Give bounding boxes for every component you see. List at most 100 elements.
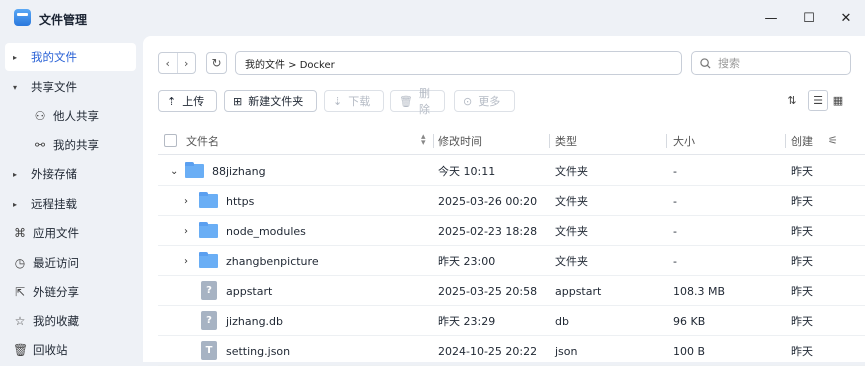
sidebar-item-label: 我的文件 <box>31 50 77 64</box>
back-button[interactable]: ‹ <box>159 53 178 73</box>
table-row[interactable]: ? appstart 2025-03-25 20:58 appstart 108.3 M… <box>158 276 865 306</box>
clock-icon: ◷ <box>14 256 26 270</box>
file-name: zhangbenpicture <box>226 254 319 268</box>
file-size: - <box>673 164 677 178</box>
header-name[interactable]: 文件名 <box>186 126 219 155</box>
sidebar-item[interactable]: ⚇ 他人共享 <box>5 102 136 130</box>
text-file-icon: T <box>201 341 217 360</box>
new-folder-label: 新建文件夹 <box>248 95 304 108</box>
unknown-file-icon: ? <box>201 281 217 300</box>
created-time: 昨天 <box>791 315 813 328</box>
maximize-button[interactable]: ☐ <box>799 8 819 28</box>
created-time: 昨天 <box>791 285 813 298</box>
sort-order-icon[interactable]: ⇅ <box>782 90 802 111</box>
sidebar-item[interactable]: ⚯ 我的共享 <box>5 131 136 159</box>
file-type: 文件夹 <box>555 165 588 178</box>
trash-icon: 🗑 <box>13 343 29 357</box>
header-modified[interactable]: 修改时间 <box>438 126 482 155</box>
download-button[interactable]: ⇣ 下载 <box>324 90 384 112</box>
search-input[interactable]: 搜索 <box>691 51 851 75</box>
delete-button[interactable]: 🗑 删除 <box>390 87 445 116</box>
file-name: 88jizhang <box>212 164 266 178</box>
table-row[interactable]: ⌄ 88jizhang 今天 10:11 文件夹 - 昨天 <box>158 156 865 186</box>
file-type: 文件夹 <box>555 255 588 268</box>
grid-view-icon[interactable]: ▦ <box>828 90 848 111</box>
chevron-right-icon[interactable]: › <box>184 186 188 216</box>
more-button[interactable]: ⊙ 更多 <box>454 90 515 112</box>
file-size: - <box>673 254 677 268</box>
download-icon: ⇣ <box>333 94 343 108</box>
modified-time: 今天 10:11 <box>438 165 496 178</box>
sort-icon[interactable]: ▴ ▾ <box>421 133 426 148</box>
sidebar-item[interactable]: ⇱ 外链分享 <box>5 278 136 306</box>
sidebar-item-label: 我的共享 <box>53 138 99 152</box>
column-settings-icon[interactable]: ⚟ <box>828 126 838 155</box>
sidebar-item[interactable]: ▸ 外接存储 <box>5 160 136 188</box>
header-created[interactable]: 创建 <box>791 126 813 155</box>
chevron-right-icon[interactable]: › <box>184 246 188 276</box>
file-size: - <box>673 194 677 208</box>
created-time: 昨天 <box>791 255 813 268</box>
search-placeholder: 搜索 <box>718 57 740 70</box>
caret-right-icon[interactable]: ▸ <box>13 53 23 62</box>
header-type[interactable]: 类型 <box>555 126 577 155</box>
chevron-down-icon[interactable]: ⌄ <box>170 156 178 186</box>
list-view-icon[interactable]: ☰ <box>808 90 828 111</box>
person-icon: ⚇ <box>34 109 46 123</box>
unknown-file-icon: ? <box>201 311 217 330</box>
sidebar-item-label: 外接存储 <box>31 167 77 181</box>
nav-buttons: ‹ › <box>158 52 196 74</box>
main-panel: ‹ › ↻ 我的文件 > Docker 搜索 ⇡ 上传 ⊞ 新建文件夹 ⇣ 下载 🗑 删… <box>143 36 865 366</box>
external-link-icon: ⇱ <box>14 285 26 299</box>
select-all-checkbox[interactable] <box>164 134 177 147</box>
path-bar[interactable]: 我的文件 > Docker <box>235 51 682 75</box>
table-row[interactable]: › zhangbenpicture 昨天 23:00 文件夹 - 昨天 <box>158 246 865 276</box>
new-folder-button[interactable]: ⊞ 新建文件夹 <box>224 90 317 112</box>
header-size[interactable]: 大小 <box>673 126 695 155</box>
file-name: jizhang.db <box>226 314 284 328</box>
refresh-button[interactable]: ↻ <box>206 52 227 74</box>
sidebar-item-label: 应用文件 <box>33 226 79 240</box>
sidebar-item[interactable]: ◷ 最近访问 <box>5 249 136 277</box>
folder-icon <box>199 252 218 268</box>
delete-label: 删除 <box>418 87 430 116</box>
table-row[interactable]: ? jizhang.db 昨天 23:29 db 96 KB 昨天 <box>158 306 865 336</box>
caret-right-icon[interactable]: ▸ <box>13 170 23 179</box>
sidebar-item-label: 共享文件 <box>31 80 77 94</box>
file-name: appstart <box>226 284 273 298</box>
caret-right-icon[interactable]: ▸ <box>13 200 23 209</box>
sidebar-item-label: 远程挂载 <box>31 197 77 211</box>
caret-down-icon[interactable]: ▾ <box>13 83 23 92</box>
close-button[interactable]: ✕ <box>836 8 856 28</box>
created-time: 昨天 <box>791 165 813 178</box>
share-icon: ⚯ <box>34 138 46 152</box>
sidebar-item[interactable]: ▸ 远程挂载 <box>5 190 136 218</box>
download-label: 下载 <box>348 95 371 108</box>
sidebar-item-label: 回收站 <box>33 343 68 357</box>
table-row[interactable]: › node_modules 2025-02-23 18:28 文件夹 - 昨天 <box>158 216 865 246</box>
sidebar: ▸ 我的文件 ▾ 共享文件 ⚇ 他人共享 ⚯ 我的共享 ▸ 外接存储 ▸ 远程挂载 ⌘ 应用文件 ◷ 最近访问… <box>0 36 141 362</box>
search-icon <box>700 57 711 69</box>
star-icon: ☆ <box>14 314 26 328</box>
minimize-button[interactable]: — <box>761 8 781 28</box>
upload-label: 上传 <box>182 95 205 108</box>
window-title: 文件管理 <box>39 13 88 27</box>
sidebar-item-label: 最近访问 <box>33 256 79 270</box>
sidebar-item[interactable]: ▸ 我的文件 <box>5 43 136 71</box>
file-size: 108.3 MB <box>673 284 726 298</box>
sidebar-item[interactable]: 🗑 回收站 <box>5 336 136 364</box>
sidebar-item[interactable]: ⌘ 应用文件 <box>5 219 136 247</box>
title-bar: 文件管理 — ☐ ✕ <box>0 0 865 36</box>
sidebar-item[interactable]: ▾ 共享文件 <box>5 73 136 101</box>
chevron-right-icon[interactable]: › <box>184 216 188 246</box>
file-type: db <box>555 314 569 328</box>
table-row[interactable]: › https 2025-03-26 00:20 文件夹 - 昨天 <box>158 186 865 216</box>
more-icon: ⊙ <box>463 94 473 108</box>
upload-button[interactable]: ⇡ 上传 <box>158 90 217 112</box>
sidebar-item[interactable]: ☆ 我的收藏 <box>5 307 136 335</box>
created-time: 昨天 <box>791 225 813 238</box>
forward-button[interactable]: › <box>178 53 196 73</box>
file-type: 文件夹 <box>555 225 588 238</box>
created-time: 昨天 <box>791 195 813 208</box>
modified-time: 2025-03-26 00:20 <box>438 194 538 208</box>
